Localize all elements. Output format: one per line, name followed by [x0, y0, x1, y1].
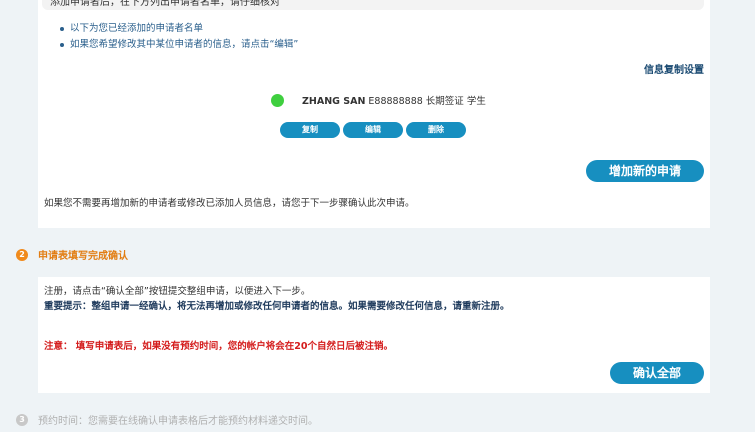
copy-button[interactable]: 复制	[280, 122, 340, 138]
top-info-strip: 添加申请者后，在下方列出申请者名单，请仔细核对	[42, 0, 704, 10]
instruction-item: 如果您希望修改其中某位申请者的信息，请点击“编辑”	[60, 37, 298, 53]
page: 添加申请者后，在下方列出申请者名单，请仔细核对 以下为您已经添加的申请者名单 如…	[0, 0, 755, 432]
confirm-panel: 注册，请点击“确认全部”按钮提交整组申请，以便进入下一步。 重要提示：整组申请一…	[38, 277, 710, 393]
copy-settings-link[interactable]: 信息复制设置	[644, 61, 704, 76]
step-3-number: 3	[16, 413, 28, 426]
account-warning: 注意： 填写申请表后，如果没有预约时间，您的帐户将会在20个自然日后被注销。	[44, 341, 394, 352]
applicant-name: ZHANG SAN	[302, 96, 366, 107]
step-2-number: 2	[16, 248, 28, 261]
applicant-info: ZHANG SAN E88888888 长期签证 学生	[302, 93, 486, 107]
instruction-item: 以下为您已经添加的申请者名单	[60, 21, 298, 37]
instruction-list: 以下为您已经添加的申请者名单 如果您希望修改其中某位申请者的信息，请点击“编辑”	[60, 21, 298, 53]
applicant-actions: 复制 编辑 删除	[280, 122, 466, 138]
applicant-row: ZHANG SAN E88888888 长期签证 学生	[271, 92, 486, 108]
step-3-header: 3 预约时间：您需要在线确认申请表格后才能预约材料递交时间。	[16, 412, 318, 427]
status-dot-icon	[271, 93, 284, 107]
important-notice: 重要提示：整组申请一经确认，将无法再增加或修改任何申请者的信息。如果需要修改任何…	[44, 301, 510, 312]
delete-button[interactable]: 删除	[406, 122, 466, 138]
applicant-list-panel: 添加申请者后，在下方列出申请者名单，请仔细核对 以下为您已经添加的申请者名单 如…	[38, 0, 710, 228]
confirm-instruction: 注册，请点击“确认全部”按钮提交整组申请，以便进入下一步。	[44, 286, 311, 297]
step-2-label: 申请表填写完成确认	[38, 251, 128, 262]
step-3-label: 预约时间：您需要在线确认申请表格后才能预约材料递交时间。	[38, 416, 318, 427]
top-info-text: 添加申请者后，在下方列出申请者名单，请仔细核对	[50, 0, 280, 8]
applicant-details: E88888888 长期签证 学生	[365, 96, 486, 107]
step-2-header: 2 申请表填写完成确认	[16, 247, 128, 262]
next-step-note: 如果您不需要再增加新的申请者或修改已添加人员信息，请您于下一步骤确认此次申请。	[44, 198, 415, 209]
edit-button[interactable]: 编辑	[343, 122, 403, 138]
add-application-button[interactable]: 增加新的申请	[586, 160, 704, 182]
confirm-all-button[interactable]: 确认全部	[610, 362, 704, 384]
